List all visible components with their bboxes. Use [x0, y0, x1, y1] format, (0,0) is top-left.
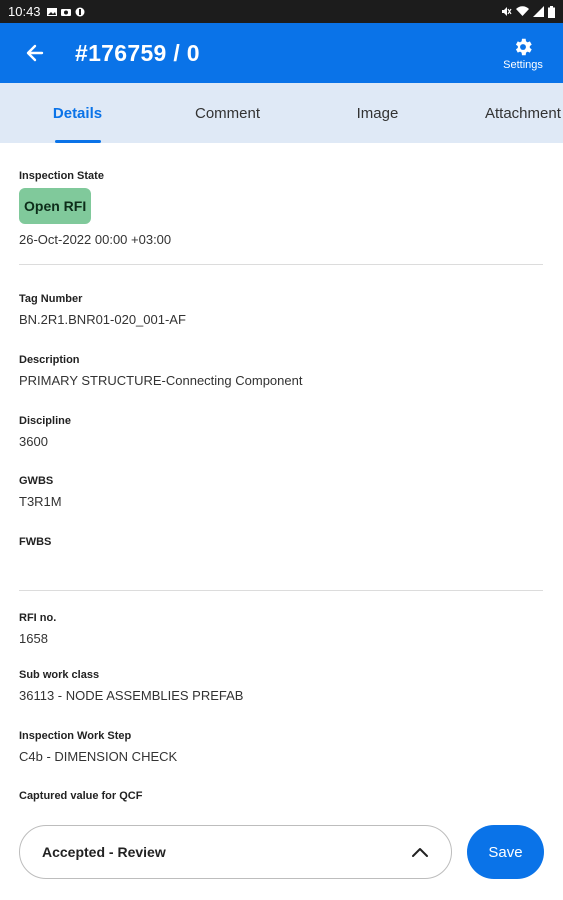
inspection-state-section: Inspection State Open RFI 26-Oct-2022 00…: [19, 170, 171, 247]
signal-icon: [533, 6, 544, 17]
gwbs-value: T3R1M: [19, 494, 62, 509]
status-select[interactable]: Accepted - Review: [19, 825, 452, 879]
divider: [19, 590, 543, 591]
save-button[interactable]: Save: [467, 825, 544, 879]
description-label: Description: [19, 354, 80, 366]
inspection-state-label: Inspection State: [19, 170, 104, 182]
inspection-work-step-value: C4b - DIMENSION CHECK: [19, 749, 178, 764]
settings-button[interactable]: Settings: [499, 36, 547, 71]
gear-icon: [515, 38, 532, 55]
fwbs-label: FWBS: [19, 536, 52, 548]
rfi-no-field: RFI no. 1658: [19, 612, 56, 646]
battery-icon: [548, 5, 555, 18]
camera-icon: [60, 8, 71, 16]
discipline-label: Discipline: [19, 415, 71, 427]
gwbs-label: GWBS: [19, 475, 54, 487]
details-content[interactable]: Inspection State Open RFI 26-Oct-2022 00…: [0, 143, 563, 803]
discipline-field: Discipline 3600: [19, 415, 71, 449]
status-select-value: Accepted - Review: [42, 844, 166, 860]
tag-number-value: BN.2R1.BNR01-020_001-AF: [19, 312, 186, 327]
sub-work-class-field: Sub work class 36113 - NODE ASSEMBLIES P…: [19, 669, 243, 703]
page-title: #176759 / 0: [75, 39, 200, 66]
chevron-up-icon: [411, 846, 429, 858]
image-icon: [46, 7, 57, 16]
tab-bar: Details Comment Image Attachment: [0, 83, 563, 143]
description-field: Description PRIMARY STRUCTURE-Connecting…: [19, 354, 302, 388]
status-bar: 10:43: [0, 0, 563, 23]
mute-icon: [502, 7, 512, 16]
tab-image[interactable]: Image: [300, 83, 455, 143]
status-time: 10:43: [8, 4, 41, 19]
captured-value-label: Captured value for QCF: [19, 790, 143, 802]
divider: [19, 264, 543, 265]
inspection-work-step-label: Inspection Work Step: [19, 730, 132, 742]
state-badge: Open RFI: [19, 188, 92, 224]
tab-attachment[interactable]: Attachment: [455, 83, 563, 143]
tab-comment[interactable]: Comment: [155, 83, 300, 143]
sub-work-class-value: 36113 - NODE ASSEMBLIES PREFAB: [19, 688, 244, 703]
rfi-no-label: RFI no.: [19, 612, 57, 624]
discipline-value: 3600: [19, 434, 48, 449]
fwbs-field: FWBS: [19, 536, 51, 555]
circle-icon: [75, 7, 85, 16]
captured-value-field: Captured value for QCF: [19, 790, 142, 802]
tab-details[interactable]: Details: [0, 83, 155, 143]
app-bar: #176759 / 0 Settings: [0, 23, 563, 83]
wifi-icon: [516, 6, 529, 16]
inspection-date: 26-Oct-2022 00:00 +03:00: [19, 232, 172, 247]
inspection-work-step-field: Inspection Work Step C4b - DIMENSION CHE…: [19, 730, 177, 764]
description-value: PRIMARY STRUCTURE-Connecting Component: [19, 373, 303, 388]
settings-label: Settings: [503, 58, 543, 71]
back-button[interactable]: [15, 33, 55, 73]
tag-number-field: Tag Number BN.2R1.BNR01-020_001-AF: [19, 293, 186, 327]
arrow-back-icon: [26, 44, 44, 62]
sub-work-class-label: Sub work class: [19, 669, 100, 681]
tag-number-label: Tag Number: [19, 293, 83, 305]
gwbs-field: GWBS T3R1M: [19, 475, 62, 509]
bottom-action-bar: Accepted - Review Save: [0, 803, 563, 900]
rfi-no-value: 1658: [19, 631, 48, 646]
